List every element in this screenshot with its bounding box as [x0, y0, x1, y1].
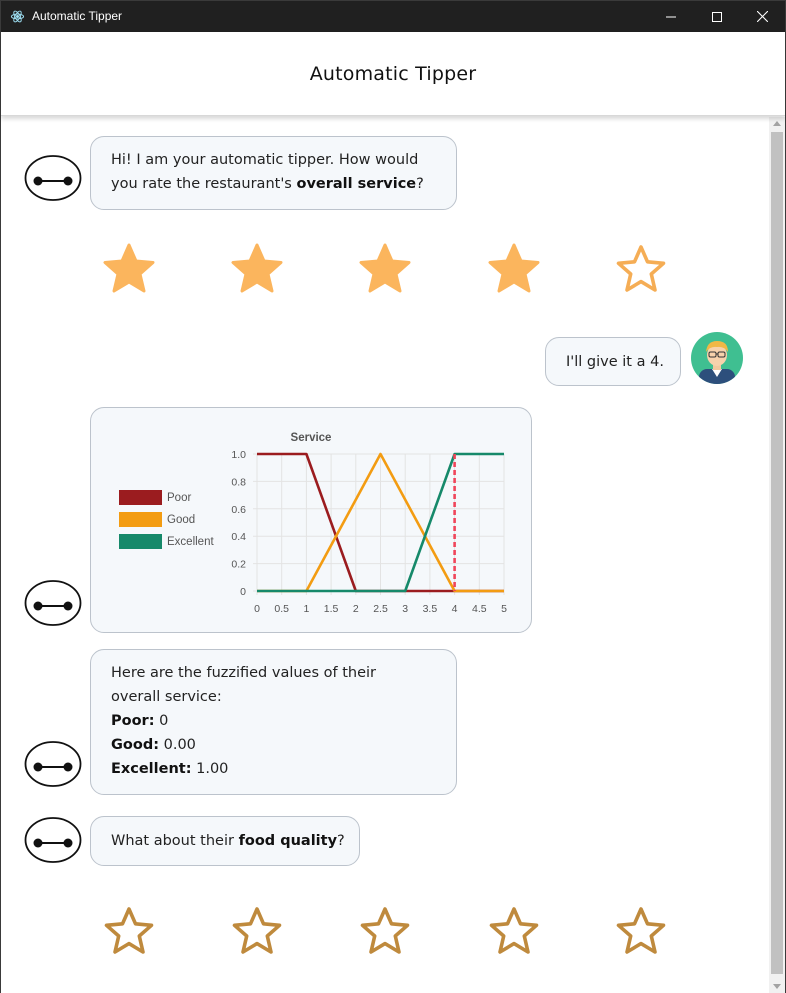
legend-swatch-poor [119, 490, 162, 505]
legend-label-excellent: Excellent [167, 536, 214, 548]
message-emphasis: overall service [296, 176, 417, 192]
star-5-outline-icon[interactable] [613, 903, 669, 959]
y-tick-label: 0.4 [231, 531, 246, 543]
app-header: Automatic Tipper [1, 32, 785, 116]
close-button[interactable] [739, 1, 785, 32]
chart-legend: Poor Good Excellent [119, 490, 214, 549]
x-tick-label: 4 [452, 603, 458, 615]
window-title: Automatic Tipper [32, 9, 123, 23]
good-label: Good: [111, 737, 160, 753]
x-tick-label: 3.5 [423, 603, 438, 615]
star-4-filled-icon[interactable] [486, 241, 542, 297]
bot-message-service-question: Hi! I am your automatic tipper. How woul… [90, 136, 457, 210]
service-membership-chart: Service 0 0.2 0.4 0.6 0.8 1.0 0 0.5 1 1.5 2 2.5 3 3.… [119, 432, 507, 615]
excellent-value: 1.00 [196, 761, 229, 777]
message-text: I'll give it a 4. [566, 354, 664, 370]
x-tick-label: 0.5 [274, 603, 289, 615]
message-text-part: you rate the restaurant's [111, 176, 297, 192]
bot-avatar-icon [24, 741, 82, 787]
message-text: Here are the fuzzified values of their [111, 665, 377, 681]
excellent-label: Excellent: [111, 761, 192, 777]
legend-swatch-good [119, 512, 162, 527]
good-value-row: Good: 0.00 [111, 733, 436, 757]
good-value: 0.00 [163, 737, 196, 753]
close-icon [756, 11, 768, 22]
bot-message-food-question: What about their food quality? [90, 816, 360, 866]
title-bar: Automatic Tipper [1, 1, 785, 32]
x-tick-label: 5 [501, 603, 507, 615]
star-1-filled-icon[interactable] [101, 241, 157, 297]
vertical-scrollbar[interactable] [769, 117, 785, 993]
x-axis-ticks: 0 0.5 1 1.5 2 2.5 3 3.5 4 4.5 5 [254, 603, 507, 615]
bot-avatar-icon [24, 155, 82, 201]
chat-area: Hi! I am your automatic tipper. How woul… [1, 117, 769, 993]
message-text-part: ? [416, 176, 424, 192]
legend-label-good: Good [167, 514, 195, 526]
poor-label: Poor: [111, 713, 155, 729]
chart-title: Service [291, 432, 332, 444]
message-text: Hi! I am your automatic tipper. How woul… [111, 152, 419, 168]
user-message-reply: I'll give it a 4. [545, 337, 681, 386]
electron-app-icon [10, 10, 25, 23]
bot-avatar-icon [24, 817, 82, 863]
star-3-filled-icon[interactable] [357, 241, 413, 297]
excellent-value-row: Excellent: 1.00 [111, 757, 436, 781]
bot-message-chart: Service 0 0.2 0.4 0.6 0.8 1.0 0 0.5 1 1.5 2 2.5 3 3.… [90, 407, 532, 633]
star-1-outline-icon[interactable] [101, 903, 157, 959]
y-axis-ticks: 0 0.2 0.4 0.6 0.8 1.0 [231, 449, 246, 598]
message-text: overall service: [111, 689, 222, 705]
chart-grid [253, 453, 505, 595]
poor-value-row: Poor: 0 [111, 709, 436, 733]
star-2-outline-icon[interactable] [229, 903, 285, 959]
message-text-part: What about their [111, 833, 239, 849]
x-tick-label: 4.5 [472, 603, 487, 615]
star-2-filled-icon[interactable] [229, 241, 285, 297]
x-tick-label: 1 [303, 603, 309, 615]
message-emphasis: food quality [238, 833, 338, 849]
scroll-down-arrow-icon[interactable] [773, 984, 781, 989]
x-tick-label: 2 [353, 603, 359, 615]
x-tick-label: 0 [254, 603, 260, 615]
bot-message-fuzzified: Here are the fuzzified values of their o… [90, 649, 457, 795]
message-text-line: What about their food quality? [111, 829, 345, 853]
poor-value: 0 [159, 713, 169, 729]
x-tick-label: 1.5 [324, 603, 339, 615]
message-text-line2: you rate the restaurant's overall servic… [111, 172, 436, 196]
message-text-part: ? [337, 833, 345, 849]
legend-swatch-excellent [119, 534, 162, 549]
minimize-button[interactable] [648, 1, 694, 32]
y-tick-label: 0.8 [231, 476, 246, 488]
star-4-outline-icon[interactable] [486, 903, 542, 959]
bot-avatar-icon [24, 580, 82, 626]
legend-label-poor: Poor [167, 492, 191, 504]
x-tick-label: 3 [402, 603, 408, 615]
app-window: Automatic Tipper Automatic Tipper Hi! I … [0, 0, 786, 993]
scrollbar-thumb[interactable] [771, 132, 783, 974]
service-rating-stars [1, 241, 769, 301]
y-tick-label: 0.6 [231, 504, 246, 516]
page-title: Automatic Tipper [309, 62, 477, 85]
scroll-up-arrow-icon[interactable] [773, 121, 781, 126]
maximize-button[interactable] [694, 1, 740, 32]
star-5-outline-icon[interactable] [613, 241, 669, 297]
minimize-icon [666, 16, 676, 17]
y-tick-label: 1.0 [231, 449, 246, 461]
maximize-icon [712, 11, 722, 22]
star-3-outline-icon[interactable] [357, 903, 413, 959]
user-avatar-icon [691, 332, 743, 384]
y-tick-label: 0.2 [231, 559, 246, 571]
food-rating-stars [1, 903, 769, 963]
x-tick-label: 2.5 [373, 603, 388, 615]
y-tick-label: 0 [240, 586, 246, 598]
